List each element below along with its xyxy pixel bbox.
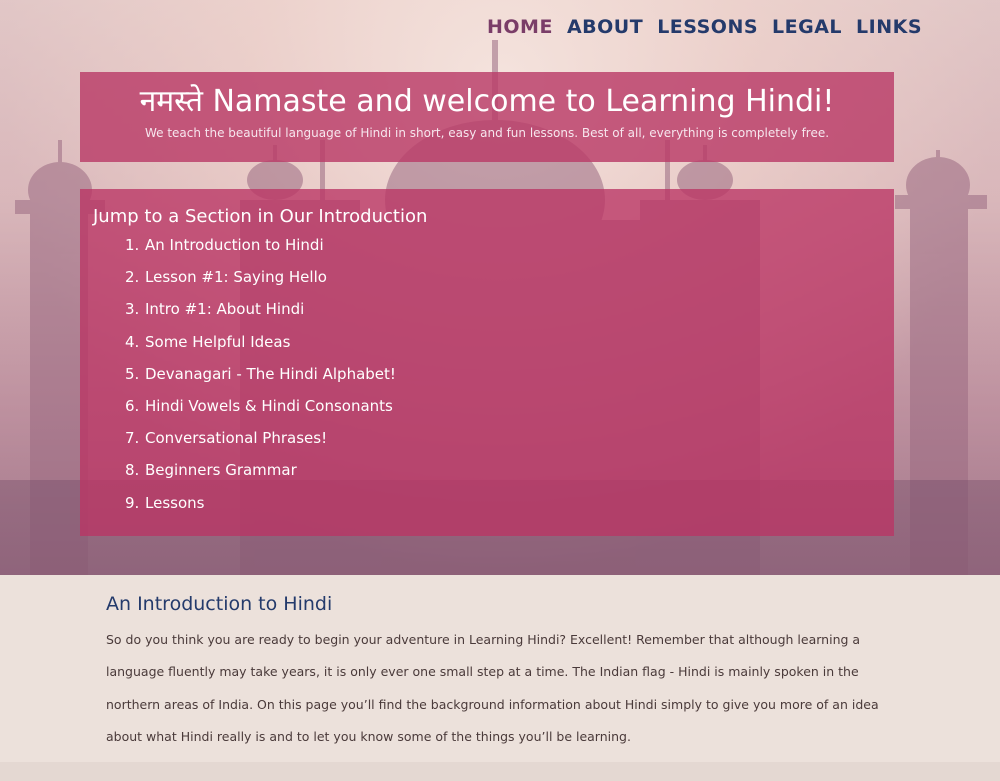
toc-item: 1. An Introduction to Hindi (125, 235, 894, 255)
main-nav: HOME ABOUT LESSONS LEGAL LINKS (480, 16, 929, 38)
section-divider (0, 762, 1000, 781)
toc-item-number: 1. (125, 236, 140, 254)
toc-link-phrases[interactable]: Conversational Phrases! (145, 429, 327, 447)
toc-list: 1. An Introduction to Hindi 2. Lesson #1: … (80, 235, 894, 513)
nav-links[interactable]: LINKS (849, 16, 929, 38)
toc-item: 9. Lessons (125, 493, 894, 513)
toc-item-number: 8. (125, 461, 140, 480)
toc-item-number: 4. (125, 332, 140, 351)
hero-banner: HOME ABOUT LESSONS LEGAL LINKS नमस्ते Na… (0, 0, 1000, 575)
toc-item: 2. Lesson #1: Saying Hello (125, 267, 894, 287)
toc-item-number: 7. (125, 429, 140, 448)
toc-item-number: 3. (125, 300, 140, 319)
toc-heading: Jump to a Section in Our Introduction (93, 206, 428, 227)
toc-link-intro-1[interactable]: Intro #1: About Hindi (145, 300, 304, 318)
toc-link-lessons[interactable]: Lessons (145, 494, 204, 512)
welcome-subtitle: We teach the beautiful language of Hindi… (144, 126, 830, 140)
welcome-title: नमस्ते Namaste and welcome to Learning H… (139, 84, 835, 119)
intro-body: So do you think you are ready to begin y… (106, 632, 879, 744)
toc-item-number: 5. (125, 364, 140, 383)
toc-item: 7. Conversational Phrases! (125, 428, 894, 448)
toc-link-grammar[interactable]: Beginners Grammar (145, 461, 297, 479)
toc-item: 4. Some Helpful Ideas (125, 332, 894, 352)
toc-link-vowels-consonants[interactable]: Hindi Vowels & Hindi Consonants (145, 397, 393, 415)
toc-item-number: 9. (125, 493, 140, 512)
table-of-contents: Jump to a Section in Our Introduction 1.… (80, 189, 894, 536)
toc-item-number: 2. (125, 268, 140, 287)
toc-item: 8. Beginners Grammar (125, 460, 894, 480)
nav-about[interactable]: ABOUT (560, 16, 650, 38)
nav-home[interactable]: HOME (480, 16, 560, 38)
toc-link-lesson-1[interactable]: Lesson #1: Saying Hello (145, 268, 327, 286)
toc-link-devanagari[interactable]: Devanagari - The Hindi Alphabet! (145, 365, 396, 383)
intro-heading: An Introduction to Hindi (106, 593, 333, 615)
toc-link-helpful-ideas[interactable]: Some Helpful Ideas (145, 333, 290, 351)
welcome-banner: नमस्ते Namaste and welcome to Learning H… (80, 72, 894, 162)
toc-item: 3. Intro #1: About Hindi (125, 299, 894, 319)
intro-section: An Introduction to Hindi So do you think… (106, 590, 896, 753)
nav-lessons[interactable]: LESSONS (650, 16, 765, 38)
toc-item: 6. Hindi Vowels & Hindi Consonants (125, 396, 894, 416)
toc-item-number: 6. (125, 396, 140, 415)
toc-item: 5. Devanagari - The Hindi Alphabet! (125, 364, 894, 384)
toc-link-introduction[interactable]: An Introduction to Hindi (145, 236, 324, 254)
nav-legal[interactable]: LEGAL (765, 16, 849, 38)
